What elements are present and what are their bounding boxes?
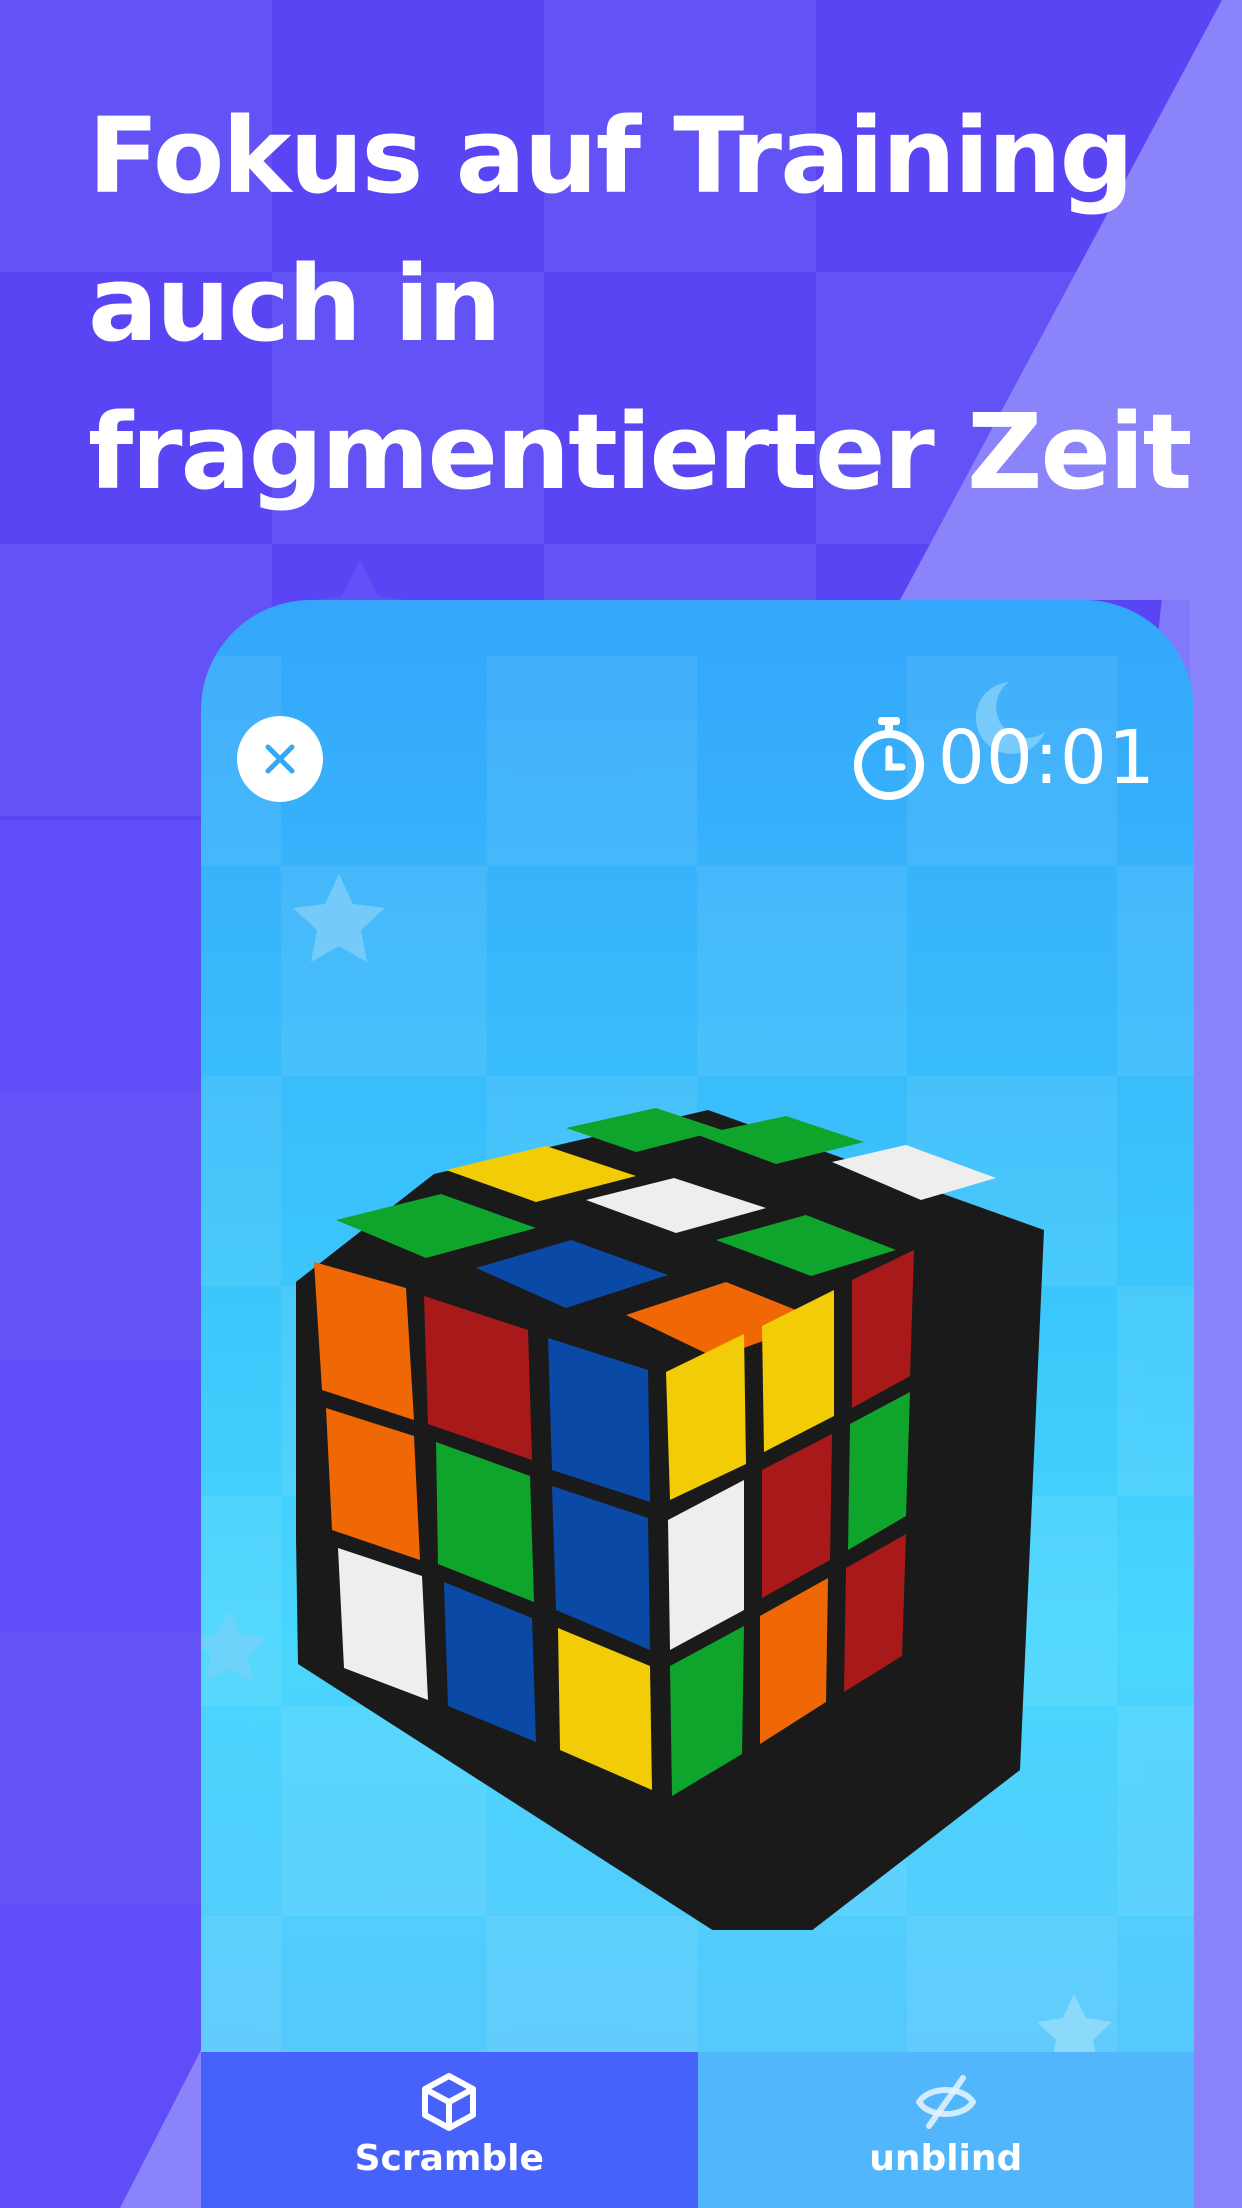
headline-line-1: Fokus auf Training bbox=[88, 95, 1134, 217]
close-icon bbox=[265, 744, 295, 774]
scramble-button[interactable]: Scramble bbox=[201, 2052, 698, 2208]
headline: Fokus auf Training auch in fragmentierte… bbox=[88, 82, 1192, 526]
unblind-label: unblind bbox=[869, 2138, 1023, 2179]
stopwatch-icon bbox=[853, 717, 924, 800]
unblind-button[interactable]: unblind bbox=[697, 2052, 1194, 2208]
headline-line-3: fragmentierter Zeit bbox=[88, 391, 1192, 513]
headline-line-2: auch in bbox=[88, 243, 502, 365]
timer: 00:01 bbox=[850, 708, 1156, 808]
cube-icon bbox=[422, 2073, 477, 2131]
rubiks-cube[interactable] bbox=[292, 1090, 1076, 1965]
timer-value: 00:01 bbox=[937, 715, 1156, 801]
bottom-bar: Scramble unblind bbox=[201, 2052, 1194, 2208]
close-button[interactable] bbox=[237, 716, 323, 802]
eye-slash-icon bbox=[915, 2075, 976, 2129]
game-screen: 00:01 Scramble unblind bbox=[201, 600, 1194, 2208]
scramble-label: Scramble bbox=[354, 2138, 544, 2179]
